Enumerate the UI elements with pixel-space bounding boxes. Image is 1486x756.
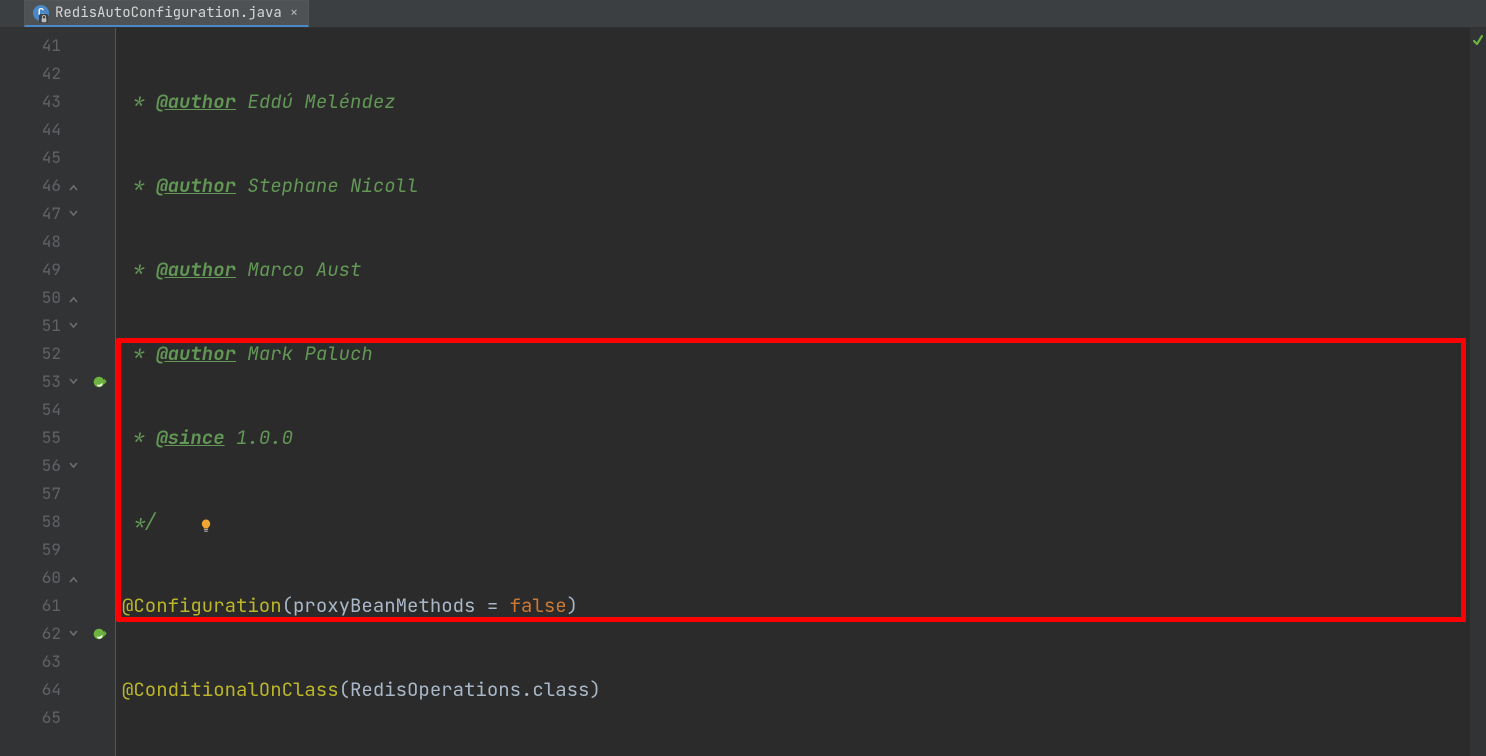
line-number-gutter[interactable]: 4142434445464748495051525354555657585960… xyxy=(14,28,84,756)
line-number[interactable]: 65 xyxy=(14,704,61,732)
intention-bulb-icon[interactable] xyxy=(130,486,146,502)
line-number[interactable]: 52 xyxy=(14,340,61,368)
javadoc-author: Eddú Meléndez xyxy=(247,89,395,114)
editor-tab-active[interactable]: C RedisAutoConfiguration.java × xyxy=(24,0,309,27)
line-number[interactable]: 62 xyxy=(14,620,61,648)
line-number[interactable]: 58 xyxy=(14,508,61,536)
line-number[interactable]: 61 xyxy=(14,592,61,620)
line-number[interactable]: 46 xyxy=(14,172,61,200)
editor-left-edge xyxy=(0,28,14,756)
line-number[interactable]: 42 xyxy=(14,60,61,88)
annotation: @Configuration xyxy=(122,593,282,618)
code-editor[interactable]: 4142434445464748495051525354555657585960… xyxy=(0,28,1486,756)
code-area[interactable]: * @author Eddú Meléndez * @author Stepha… xyxy=(116,28,1470,756)
line-number[interactable]: 56 xyxy=(14,452,61,480)
annotation: @ConditionalOnClass xyxy=(122,677,339,702)
line-number[interactable]: 44 xyxy=(14,116,61,144)
spring-bean-icon[interactable] xyxy=(84,620,115,648)
line-number[interactable]: 57 xyxy=(14,480,61,508)
fold-start-icon[interactable] xyxy=(63,620,83,648)
line-number[interactable]: 64 xyxy=(14,676,61,704)
fold-end-icon[interactable] xyxy=(63,172,83,200)
editor-tab-bar[interactable]: C RedisAutoConfiguration.java × xyxy=(0,0,1486,28)
line-number[interactable]: 43 xyxy=(14,88,61,116)
fold-start-icon[interactable] xyxy=(63,312,83,340)
line-number[interactable]: 54 xyxy=(14,396,61,424)
editor-tab-filename: RedisAutoConfiguration.java xyxy=(55,4,282,22)
inspection-ok-icon xyxy=(1473,34,1483,46)
line-number[interactable]: 45 xyxy=(14,144,61,172)
fold-end-icon[interactable] xyxy=(63,564,83,592)
fold-start-icon[interactable] xyxy=(63,200,83,228)
line-number[interactable]: 63 xyxy=(14,648,61,676)
readonly-lock-icon xyxy=(39,14,48,23)
line-number[interactable]: 41 xyxy=(14,32,61,60)
inspection-strip[interactable] xyxy=(1470,28,1486,756)
line-number[interactable]: 49 xyxy=(14,256,61,284)
spring-bean-icon[interactable] xyxy=(84,368,115,396)
javadoc-since-tag: @since xyxy=(156,425,224,450)
line-number[interactable]: 47 xyxy=(14,200,61,228)
javadoc-text: * xyxy=(122,89,156,114)
fold-start-icon[interactable] xyxy=(63,452,83,480)
line-number[interactable]: 51 xyxy=(14,312,61,340)
line-number[interactable]: 55 xyxy=(14,424,61,452)
highlight-box xyxy=(116,338,1466,622)
gutter-icon-strip[interactable] xyxy=(84,28,116,756)
close-tab-icon[interactable]: × xyxy=(290,4,298,22)
line-number[interactable]: 53 xyxy=(14,368,61,396)
line-number[interactable]: 59 xyxy=(14,536,61,564)
fold-end-icon[interactable] xyxy=(63,284,83,312)
fold-start-icon[interactable] xyxy=(63,368,83,396)
line-number[interactable]: 48 xyxy=(14,228,61,256)
line-number[interactable]: 50 xyxy=(14,284,61,312)
line-number[interactable]: 60 xyxy=(14,564,61,592)
javadoc-author-tag: @author xyxy=(156,89,236,114)
